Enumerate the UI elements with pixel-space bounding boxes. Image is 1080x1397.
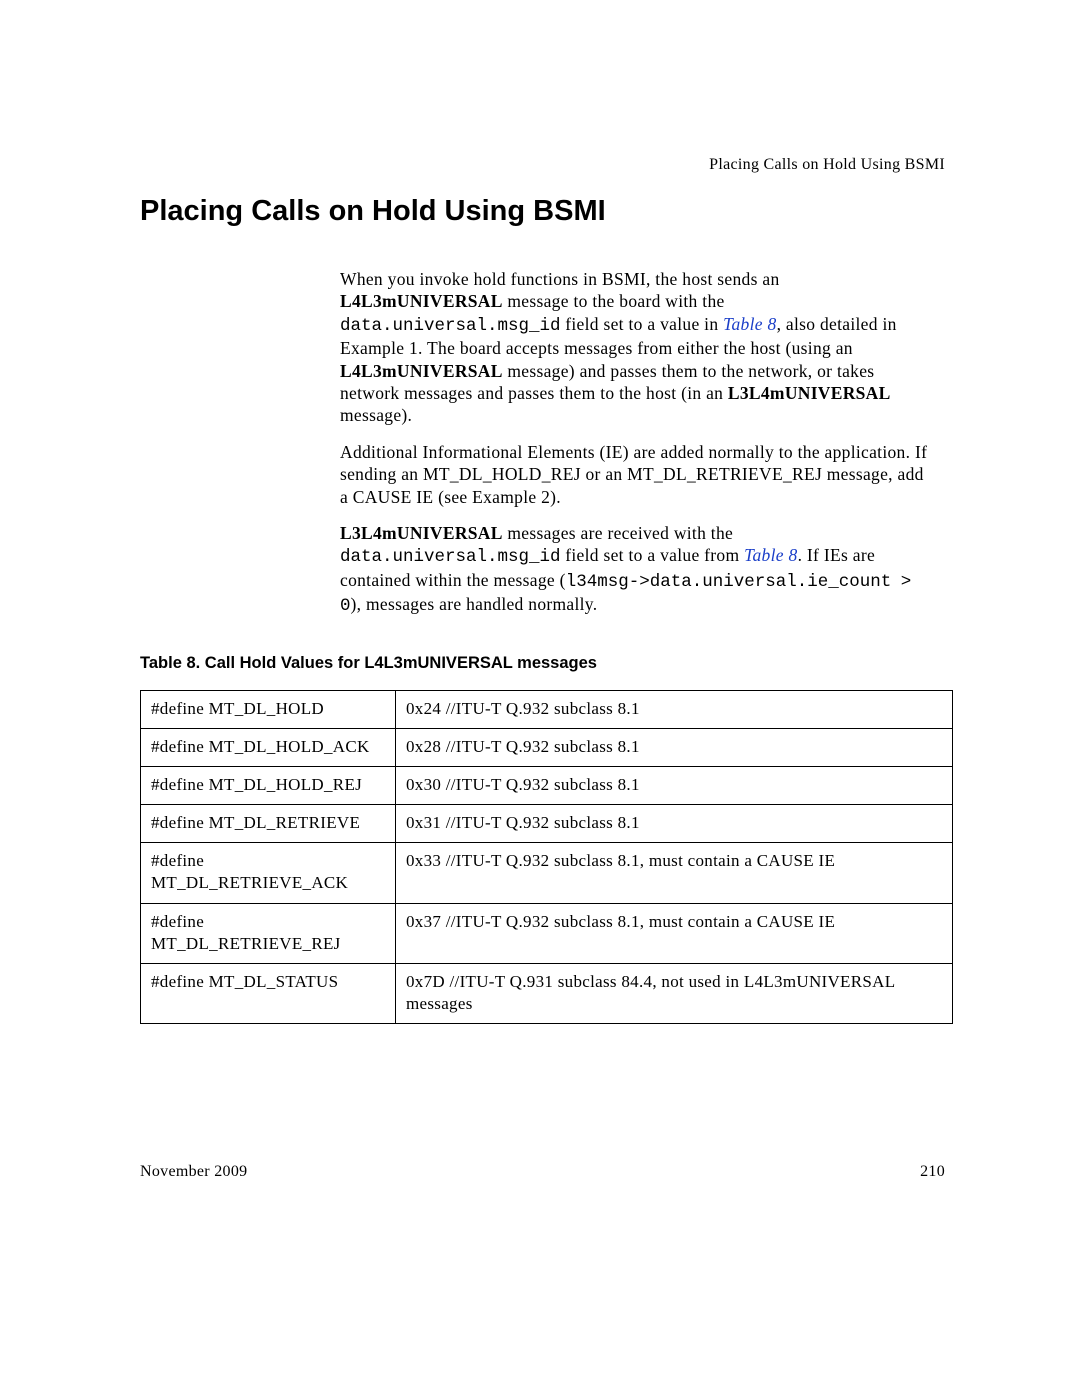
body-column: When you invoke hold functions in BSMI, … — [340, 268, 935, 631]
page-title: Placing Calls on Hold Using BSMI — [140, 195, 606, 228]
define-value: 0x28 //ITU-T Q.932 subclass 8.1 — [396, 729, 953, 767]
define-name: #define MT_DL_RETRIEVE — [141, 805, 396, 843]
footer-date: November 2009 — [140, 1163, 247, 1181]
table-row: #define MT_DL_HOLD 0x24 //ITU-T Q.932 su… — [141, 691, 953, 729]
table-row: #define MT_DL_STATUS 0x7D //ITU-T Q.931 … — [141, 963, 953, 1023]
text: field set to a value in — [561, 314, 724, 334]
footer-page-number: 210 — [920, 1163, 945, 1181]
bold: L4L3mUNIVERSAL — [340, 291, 503, 311]
code: data.universal.msg_id — [340, 547, 561, 567]
define-value: 0x30 //ITU-T Q.932 subclass 8.1 — [396, 767, 953, 805]
paragraph-2: Additional Informational Elements (IE) a… — [340, 441, 935, 508]
page: Placing Calls on Hold Using BSMI Placing… — [0, 0, 1080, 1397]
define-value: 0x24 //ITU-T Q.932 subclass 8.1 — [396, 691, 953, 729]
paragraph-3: L3L4mUNIVERSAL messages are received wit… — [340, 522, 935, 618]
text: messages are received with the — [503, 523, 733, 543]
text: field set to a value from — [561, 545, 745, 565]
define-name: #define MT_DL_RETRIEVE_ACK — [141, 843, 396, 903]
define-value: 0x31 //ITU-T Q.932 subclass 8.1 — [396, 805, 953, 843]
table-caption: Table 8. Call Hold Values for L4L3mUNIVE… — [140, 654, 597, 673]
define-value: 0x33 //ITU-T Q.932 subclass 8.1, must co… — [396, 843, 953, 903]
table-row: #define MT_DL_RETRIEVE_ACK 0x33 //ITU-T … — [141, 843, 953, 903]
table-row: #define MT_DL_RETRIEVE_REJ 0x37 //ITU-T … — [141, 903, 953, 963]
bold: L3L4mUNIVERSAL — [728, 383, 891, 403]
table-8-link[interactable]: Table 8 — [744, 545, 797, 565]
text: message). — [340, 405, 412, 425]
bold: L4L3mUNIVERSAL — [340, 361, 503, 381]
paragraph-1: When you invoke hold functions in BSMI, … — [340, 268, 935, 427]
running-head: Placing Calls on Hold Using BSMI — [709, 156, 945, 174]
define-value: 0x7D //ITU-T Q.931 subclass 84.4, not us… — [396, 963, 953, 1023]
table-8-link[interactable]: Table 8 — [723, 314, 776, 334]
define-name: #define MT_DL_HOLD_ACK — [141, 729, 396, 767]
define-name: #define MT_DL_HOLD_REJ — [141, 767, 396, 805]
table-row: #define MT_DL_RETRIEVE 0x31 //ITU-T Q.93… — [141, 805, 953, 843]
bold: L3L4mUNIVERSAL — [340, 523, 503, 543]
code: data.universal.msg_id — [340, 316, 561, 336]
text: message to the board with the — [503, 291, 725, 311]
define-name: #define MT_DL_STATUS — [141, 963, 396, 1023]
defines-table: #define MT_DL_HOLD 0x24 //ITU-T Q.932 su… — [140, 690, 953, 1024]
table-row: #define MT_DL_HOLD_ACK 0x28 //ITU-T Q.93… — [141, 729, 953, 767]
define-name: #define MT_DL_RETRIEVE_REJ — [141, 903, 396, 963]
table-row: #define MT_DL_HOLD_REJ 0x30 //ITU-T Q.93… — [141, 767, 953, 805]
define-name: #define MT_DL_HOLD — [141, 691, 396, 729]
text: ), messages are handled normally. — [351, 594, 598, 614]
text: When you invoke hold functions in BSMI, … — [340, 269, 780, 289]
define-value: 0x37 //ITU-T Q.932 subclass 8.1, must co… — [396, 903, 953, 963]
